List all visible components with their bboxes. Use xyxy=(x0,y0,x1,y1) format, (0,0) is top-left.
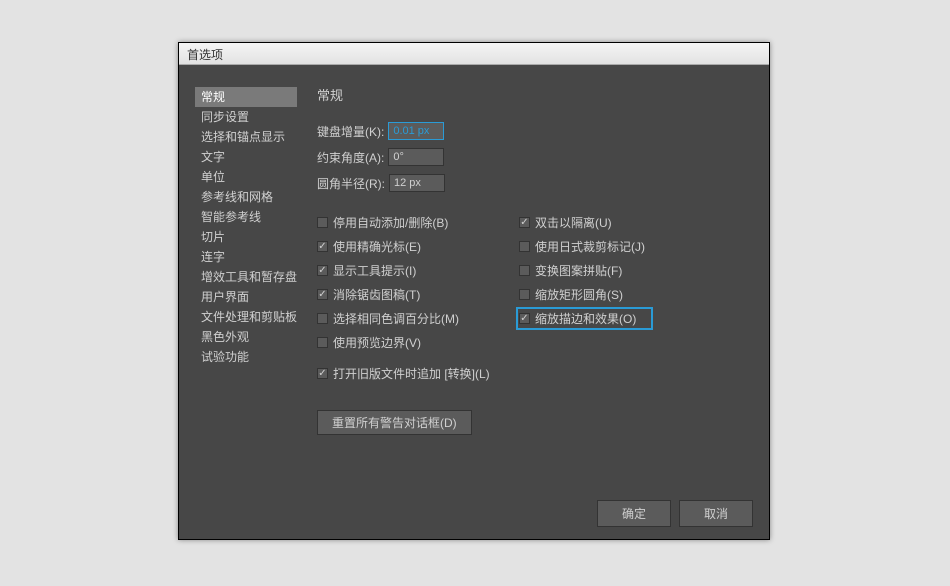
checkbox-row[interactable]: 使用日式裁剪标记(J) xyxy=(519,238,645,255)
field-label: 约束角度(A): xyxy=(317,149,384,166)
checkbox-icon[interactable] xyxy=(317,265,328,276)
checkbox-icon[interactable] xyxy=(519,265,530,276)
section-title: 常规 xyxy=(317,85,753,104)
sidebar-item-3[interactable]: 文字 xyxy=(195,147,297,167)
ok-button[interactable]: 确定 xyxy=(597,500,671,527)
title-bar: 首选项 xyxy=(179,43,769,65)
checkbox-label: 双击以隔离(U) xyxy=(535,214,612,231)
footer-buttons: 确定 取消 xyxy=(597,500,753,527)
checkbox-row[interactable]: 缩放描边和效果(O) xyxy=(516,307,653,330)
checkbox-icon[interactable] xyxy=(519,241,530,252)
constraint-angle-input[interactable] xyxy=(388,148,444,166)
checkbox-label: 使用日式裁剪标记(J) xyxy=(535,238,645,255)
sidebar-item-1[interactable]: 同步设置 xyxy=(195,107,297,127)
checkbox-label: 显示工具提示(I) xyxy=(333,262,416,279)
keyboard-increment-input[interactable] xyxy=(388,122,444,140)
checkbox-col-left: 停用自动添加/删除(B) 使用精确光标(E) 显示工具提示(I) 消除锯齿图稿(T) 选… xyxy=(317,214,459,351)
sidebar-item-13[interactable]: 试验功能 xyxy=(195,347,297,367)
sidebar-item-5[interactable]: 参考线和网格 xyxy=(195,187,297,207)
field-constraint-angle: 约束角度(A): xyxy=(317,148,753,166)
checkbox-icon[interactable] xyxy=(317,217,328,228)
sidebar: 常规同步设置选择和锚点显示文字单位参考线和网格智能参考线切片连字增效工具和暂存盘… xyxy=(191,79,301,539)
checkbox-label: 消除锯齿图稿(T) xyxy=(333,286,420,303)
checkbox-icon[interactable] xyxy=(519,313,530,324)
checkbox-row[interactable]: 使用精确光标(E) xyxy=(317,238,459,255)
sidebar-item-11[interactable]: 文件处理和剪贴板 xyxy=(195,307,297,327)
checkbox-row[interactable]: 双击以隔离(U) xyxy=(519,214,645,231)
checkbox-label: 使用预览边界(V) xyxy=(333,334,421,351)
sidebar-item-6[interactable]: 智能参考线 xyxy=(195,207,297,227)
checkbox-label: 打开旧版文件时追加 [转换](L) xyxy=(333,365,490,382)
checkbox-icon[interactable] xyxy=(317,337,328,348)
checkbox-row[interactable]: 缩放矩形圆角(S) xyxy=(519,286,645,303)
checkbox-label: 使用精确光标(E) xyxy=(333,238,421,255)
checkbox-transform-legacy[interactable]: 打开旧版文件时追加 [转换](L) xyxy=(317,365,753,382)
checkbox-icon[interactable] xyxy=(317,368,328,379)
checkbox-icon[interactable] xyxy=(317,313,328,324)
checkbox-icon[interactable] xyxy=(317,289,328,300)
field-label: 圆角半径(R): xyxy=(317,175,385,192)
checkbox-row[interactable]: 使用预览边界(V) xyxy=(317,334,459,351)
sidebar-item-9[interactable]: 增效工具和暂存盘 xyxy=(195,267,297,287)
sidebar-item-4[interactable]: 单位 xyxy=(195,167,297,187)
sidebar-item-7[interactable]: 切片 xyxy=(195,227,297,247)
checkbox-label: 停用自动添加/删除(B) xyxy=(333,214,448,231)
sidebar-item-0[interactable]: 常规 xyxy=(195,87,297,107)
cancel-button[interactable]: 取消 xyxy=(679,500,753,527)
checkbox-icon[interactable] xyxy=(519,217,530,228)
checkbox-label: 变换图案拼贴(F) xyxy=(535,262,622,279)
field-label: 键盘增量(K): xyxy=(317,123,384,140)
checkbox-label: 缩放描边和效果(O) xyxy=(535,310,636,327)
corner-radius-input[interactable] xyxy=(389,174,445,192)
checkbox-col-right: 双击以隔离(U) 使用日式裁剪标记(J) 变换图案拼贴(F) 缩放矩形圆角(S) 缩放描… xyxy=(519,214,645,351)
checkbox-row[interactable]: 显示工具提示(I) xyxy=(317,262,459,279)
preferences-window: 首选项 常规同步设置选择和锚点显示文字单位参考线和网格智能参考线切片连字增效工具… xyxy=(178,42,770,540)
checkbox-icon[interactable] xyxy=(519,289,530,300)
checkbox-label: 缩放矩形圆角(S) xyxy=(535,286,623,303)
content-panel: 常规 键盘增量(K): 约束角度(A): 圆角半径(R): 停用自动添加/删除(… xyxy=(301,65,769,539)
checkbox-grid: 停用自动添加/删除(B) 使用精确光标(E) 显示工具提示(I) 消除锯齿图稿(T) 选… xyxy=(317,214,753,351)
checkbox-row[interactable]: 变换图案拼贴(F) xyxy=(519,262,645,279)
sidebar-item-12[interactable]: 黑色外观 xyxy=(195,327,297,347)
sidebar-item-2[interactable]: 选择和锚点显示 xyxy=(195,127,297,147)
field-corner-radius: 圆角半径(R): xyxy=(317,174,753,192)
checkbox-row[interactable]: 消除锯齿图稿(T) xyxy=(317,286,459,303)
checkbox-row[interactable]: 停用自动添加/删除(B) xyxy=(317,214,459,231)
checkbox-row[interactable]: 选择相同色调百分比(M) xyxy=(317,310,459,327)
window-title: 首选项 xyxy=(187,48,223,62)
field-keyboard-increment: 键盘增量(K): xyxy=(317,122,753,140)
sidebar-item-10[interactable]: 用户界面 xyxy=(195,287,297,307)
checkbox-icon[interactable] xyxy=(317,241,328,252)
sidebar-item-8[interactable]: 连字 xyxy=(195,247,297,267)
dialog-body: 常规同步设置选择和锚点显示文字单位参考线和网格智能参考线切片连字增效工具和暂存盘… xyxy=(179,65,769,539)
checkbox-label: 选择相同色调百分比(M) xyxy=(333,310,459,327)
reset-warnings-button[interactable]: 重置所有警告对话框(D) xyxy=(317,410,472,435)
